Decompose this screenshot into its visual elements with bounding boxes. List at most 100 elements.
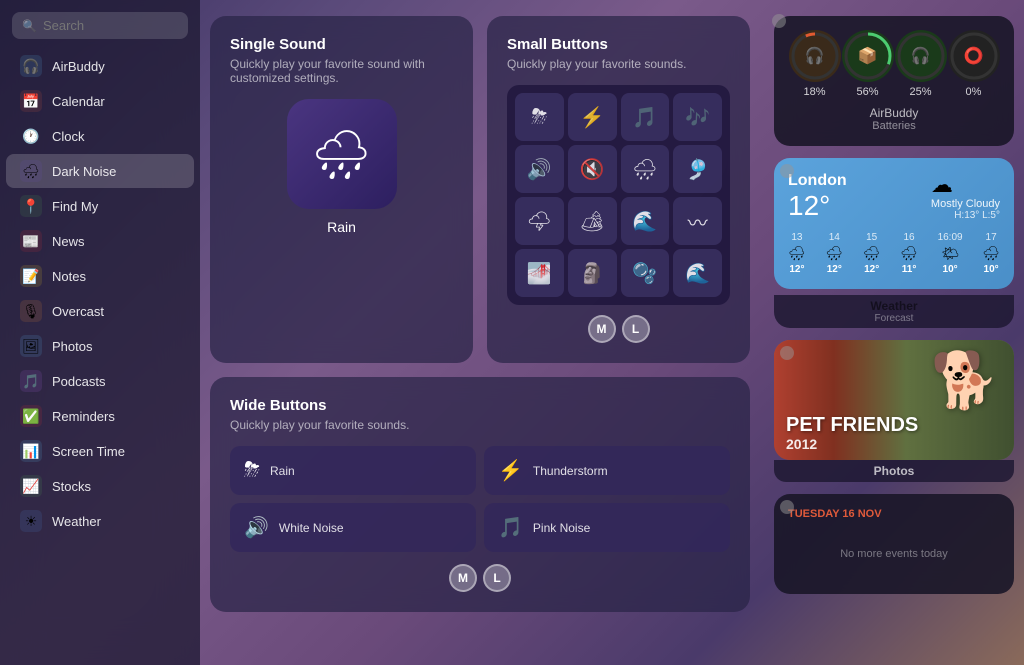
app-icon-12: 📈 bbox=[20, 475, 42, 497]
sidebar-item-calendar[interactable]: 📅 Calendar bbox=[6, 84, 194, 118]
sidebar-item-weather[interactable]: ☀ Weather bbox=[6, 504, 194, 538]
wide-btn-1[interactable]: ⚡ Thunderstorm bbox=[484, 446, 730, 495]
sidebar-item-airbuddy[interactable]: 🎧 AirBuddy bbox=[6, 49, 194, 83]
weather-footer-title: Weather bbox=[778, 299, 1010, 313]
small-btn-15[interactable]: 🌊 bbox=[673, 249, 722, 297]
weather-top: London 12° ☁ Mostly Cloudy H:13° L:5° bbox=[788, 172, 1000, 222]
right-panel: 🎧 18% 📦 56% 🎧 25% ⭕ 0% bbox=[774, 16, 1014, 594]
photos-minimize[interactable] bbox=[780, 346, 794, 360]
app-icon-10: ✅ bbox=[20, 405, 42, 427]
airbuddy-circle-3: ⭕ 0% bbox=[948, 30, 1000, 98]
weather-footer-sub: Forecast bbox=[778, 313, 1010, 324]
photos-footer-label: Photos bbox=[778, 464, 1010, 478]
app-icon-1: 📅 bbox=[20, 90, 42, 112]
sidebar-item-clock[interactable]: 🕐 Clock bbox=[6, 119, 194, 153]
photos-bg: 🐕 PET FRIENDS 2012 bbox=[774, 340, 1014, 460]
photos-widget: 🐕 PET FRIENDS 2012 bbox=[774, 340, 1014, 460]
wide-buttons-subtitle: Quickly play your favorite sounds. bbox=[230, 418, 730, 432]
photos-year: 2012 bbox=[786, 436, 1002, 452]
search-bar[interactable]: 🔍 bbox=[12, 12, 188, 39]
small-btn-13[interactable]: 🗿 bbox=[568, 249, 617, 297]
weather-temp: 12° bbox=[788, 190, 847, 222]
small-buttons-avatars: ML bbox=[507, 315, 730, 343]
single-sound-icon[interactable]: 🌧 bbox=[287, 99, 397, 209]
forecast-item-3: 16 🌧 11° bbox=[900, 232, 918, 275]
single-sound-title: Single Sound bbox=[230, 36, 453, 53]
forecast-item-5: 17 🌧 10° bbox=[982, 232, 1000, 275]
main-content: Single Sound Quickly play your favorite … bbox=[210, 16, 760, 656]
weather-widget-wrap: London 12° ☁ Mostly Cloudy H:13° L:5° 13… bbox=[774, 158, 1014, 328]
small-btn-6[interactable]: 🌧 bbox=[621, 145, 670, 193]
app-icon-4: 📍 bbox=[20, 195, 42, 217]
small-btn-10[interactable]: 🌊 bbox=[621, 197, 670, 245]
photos-overlay: PET FRIENDS 2012 bbox=[774, 406, 1014, 460]
app-icon-6: 📝 bbox=[20, 265, 42, 287]
wide-buttons-avatars: ML bbox=[230, 564, 730, 592]
sidebar-item-news[interactable]: 📰 News bbox=[6, 224, 194, 258]
weather-right: ☁ Mostly Cloudy H:13° L:5° bbox=[931, 172, 1000, 221]
app-icon-11: 📊 bbox=[20, 440, 42, 462]
small-btn-2[interactable]: 🎵 bbox=[621, 93, 670, 141]
airbuddy-widget: 🎧 18% 📦 56% 🎧 25% ⭕ 0% bbox=[774, 16, 1014, 146]
wide-btn-3[interactable]: 🎵 Pink Noise bbox=[484, 503, 730, 552]
sidebar-item-reminders[interactable]: ✅ Reminders bbox=[6, 399, 194, 433]
photos-footer: Photos bbox=[774, 460, 1014, 482]
app-icon-3: 🌧 bbox=[20, 160, 42, 182]
small-btn-4[interactable]: 🔊 bbox=[515, 145, 564, 193]
weather-hl: H:13° L:5° bbox=[931, 210, 1000, 221]
weather-minimize[interactable] bbox=[780, 164, 794, 178]
small-buttons-subtitle: Quickly play your favorite sounds. bbox=[507, 57, 730, 71]
calendar-no-events: No more events today bbox=[788, 528, 1000, 580]
sidebar-item-screen-time[interactable]: 📊 Screen Time bbox=[6, 434, 194, 468]
forecast-item-0: 13 🌧 12° bbox=[788, 232, 806, 275]
app-icon-9: 🎵 bbox=[20, 370, 42, 392]
wide-btn-0[interactable]: ⛈ Rain bbox=[230, 446, 476, 495]
small-btn-9[interactable]: 🏕 bbox=[568, 197, 617, 245]
photos-widget-wrap: 🐕 PET FRIENDS 2012 Photos bbox=[774, 340, 1014, 482]
small-btn-11[interactable]: 〰 bbox=[673, 197, 722, 245]
single-sound-label: Rain bbox=[230, 219, 453, 235]
avatar-m: M bbox=[588, 315, 616, 343]
small-buttons-widget: Small Buttons Quickly play your favorite… bbox=[487, 16, 750, 363]
sidebar-item-find-my[interactable]: 📍 Find My bbox=[6, 189, 194, 223]
photos-pet-friends: PET FRIENDS bbox=[786, 414, 1002, 436]
weather-city: London bbox=[788, 172, 847, 190]
wide-buttons-title: Wide Buttons bbox=[230, 397, 730, 414]
small-btn-12[interactable]: 🌁 bbox=[515, 249, 564, 297]
wide-btn-2[interactable]: 🔊 White Noise bbox=[230, 503, 476, 552]
small-buttons-title: Small Buttons bbox=[507, 36, 730, 53]
app-icon-8: 🖼 bbox=[20, 335, 42, 357]
small-btn-5[interactable]: 🔇 bbox=[568, 145, 617, 193]
airbuddy-circle-2: 🎧 25% bbox=[895, 30, 947, 98]
small-btn-7[interactable]: 🎐 bbox=[673, 145, 722, 193]
single-sound-subtitle: Quickly play your favorite sound with cu… bbox=[230, 57, 453, 85]
app-icon-2: 🕐 bbox=[20, 125, 42, 147]
sidebar-item-notes[interactable]: 📝 Notes bbox=[6, 259, 194, 293]
search-input[interactable] bbox=[43, 18, 178, 33]
small-btn-1[interactable]: ⚡ bbox=[568, 93, 617, 141]
airbuddy-circles: 🎧 18% 📦 56% 🎧 25% ⭕ 0% bbox=[788, 30, 1000, 98]
top-row: Single Sound Quickly play your favorite … bbox=[210, 16, 750, 363]
sidebar-item-overcast[interactable]: 🎙 Overcast bbox=[6, 294, 194, 328]
avatar-l: L bbox=[622, 315, 650, 343]
calendar-minimize[interactable] bbox=[780, 500, 794, 514]
calendar-date: TUESDAY 16 NOV bbox=[788, 508, 1000, 520]
airbuddy-circle-0: 🎧 18% bbox=[789, 30, 841, 98]
small-btn-14[interactable]: 🫧 bbox=[621, 249, 670, 297]
small-btn-8[interactable]: 🌩 bbox=[515, 197, 564, 245]
app-icon-7: 🎙 bbox=[20, 300, 42, 322]
sidebar-item-stocks[interactable]: 📈 Stocks bbox=[6, 469, 194, 503]
small-btn-3[interactable]: 🎶 bbox=[673, 93, 722, 141]
forecast-item-4: 16:09 🌤 10° bbox=[938, 232, 963, 275]
small-buttons-grid: ⛈⚡🎵🎶🔊🔇🌧🎐🌩🏕🌊〰🌁🗿🫧🌊 bbox=[507, 85, 730, 305]
weather-widget: London 12° ☁ Mostly Cloudy H:13° L:5° 13… bbox=[774, 158, 1014, 289]
weather-description: Mostly Cloudy bbox=[931, 198, 1000, 210]
sidebar-item-dark-noise[interactable]: 🌧 Dark Noise bbox=[6, 154, 194, 188]
sidebar: 🔍 🎧 AirBuddy 📅 Calendar 🕐 Clock 🌧 Dark N… bbox=[0, 0, 200, 665]
weather-footer: Weather Forecast bbox=[774, 295, 1014, 328]
sidebar-item-podcasts[interactable]: 🎵 Podcasts bbox=[6, 364, 194, 398]
search-icon: 🔍 bbox=[22, 19, 37, 33]
airbuddy-minimize[interactable] bbox=[772, 14, 786, 28]
sidebar-item-photos[interactable]: 🖼 Photos bbox=[6, 329, 194, 363]
small-btn-0[interactable]: ⛈ bbox=[515, 93, 564, 141]
